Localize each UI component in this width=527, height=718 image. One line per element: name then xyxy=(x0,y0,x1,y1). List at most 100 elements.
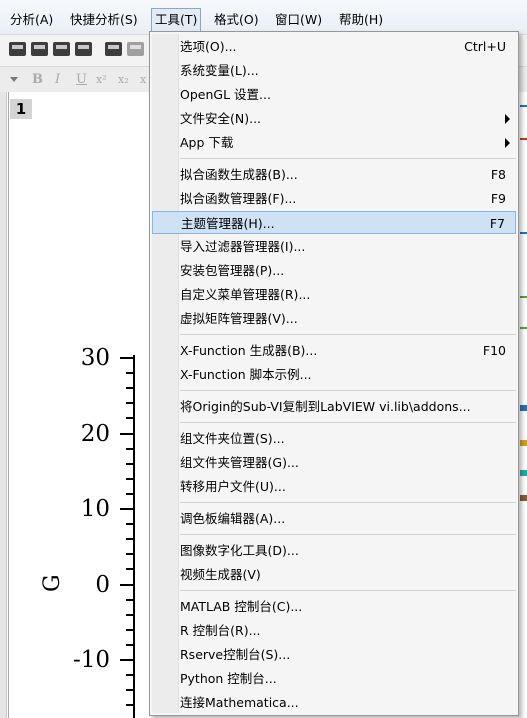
import-excel-icon[interactable] xyxy=(75,42,92,56)
menu-item-label: 自定义菜单管理器(R)... xyxy=(180,287,311,302)
menu-item-package-manager[interactable]: 安装包管理器(P)... xyxy=(152,259,516,282)
menu-item-r-console[interactable]: R 控制台(R)... xyxy=(152,619,516,642)
workspace-left-strip xyxy=(0,92,7,718)
menu-item-label: 选项(O)... xyxy=(180,39,237,54)
submenu-arrow-icon xyxy=(505,138,510,148)
menu-item-label: 文件安全(N)... xyxy=(180,111,262,126)
y-axis-minor-tick xyxy=(126,689,133,691)
y-axis-minor-tick xyxy=(126,614,133,616)
menu-item-shortcut: F7 xyxy=(489,216,505,231)
menu-item-opengl-settings[interactable]: OpenGL 设置... xyxy=(152,83,516,106)
menu-item-connect-mathematica[interactable]: 连接Mathematica... xyxy=(152,691,516,714)
menu-item-shortcut: Ctrl+U xyxy=(464,39,506,54)
underline-button[interactable]: U xyxy=(76,72,87,88)
bold-button[interactable]: B xyxy=(32,72,43,88)
menu-window[interactable]: 窗口(W) xyxy=(272,9,325,31)
y-axis-title[interactable]: G xyxy=(40,574,65,592)
menu-item-label: 组文件夹位置(S)... xyxy=(180,431,285,446)
y-axis-minor-tick xyxy=(126,448,133,450)
supersubscript-button[interactable]: x xyxy=(140,72,146,88)
tools-menu-dropdown: 选项(O)... Ctrl+U 系统变量(L)... OpenGL 设置... … xyxy=(149,31,519,716)
menu-item-xfunction-script-samples[interactable]: X-Function 脚本示例... xyxy=(152,363,516,386)
y-axis-major-tick xyxy=(120,584,133,586)
y-axis-major-tick xyxy=(120,433,133,435)
menu-item-fitting-function-organizer[interactable]: 拟合函数管理器(F)... F9 xyxy=(152,187,516,210)
menu-item-video-builder[interactable]: 视频生成器(V) xyxy=(152,563,516,586)
menu-analysis[interactable]: 分析(A) xyxy=(7,9,56,31)
menu-item-group-folder-manager[interactable]: 组文件夹管理器(G)... xyxy=(152,451,516,474)
layer-number-badge[interactable]: 1 xyxy=(10,99,32,119)
menu-item-copy-subvi-labview[interactable]: 将Origin的Sub-VI复制到LabVIEW vi.lib\addons..… xyxy=(152,395,516,418)
menu-separator xyxy=(180,334,516,335)
menu-item-palette-editor[interactable]: 调色板编辑器(A)... xyxy=(152,507,516,530)
menu-item-shortcut: F10 xyxy=(482,343,506,358)
menu-item-label: 安装包管理器(P)... xyxy=(180,263,285,278)
subscript-button[interactable]: x₂ xyxy=(118,72,129,88)
menu-item-system-variables[interactable]: 系统变量(L)... xyxy=(152,59,516,82)
plot-symbol-fragment xyxy=(520,470,527,476)
menu-item-theme-organizer[interactable]: 主题管理器(H)... F7 xyxy=(152,211,516,234)
menu-tools[interactable]: 工具(T) xyxy=(151,8,202,32)
menu-item-shortcut: F9 xyxy=(490,191,506,206)
y-axis-minor-tick xyxy=(126,493,133,495)
plot-symbol-fragment xyxy=(520,495,527,501)
menu-format[interactable]: 格式(O) xyxy=(211,9,262,31)
y-axis-minor-tick xyxy=(126,599,133,601)
y-axis-minor-tick xyxy=(126,538,133,540)
y-axis-major-tick xyxy=(120,357,133,359)
import-multiple-icon[interactable] xyxy=(31,42,48,56)
menu-bar: 分析(A) 快捷分析(S) 工具(T) 格式(O) 窗口(W) 帮助(H) xyxy=(0,0,527,34)
menu-item-custom-menu-organizer[interactable]: 自定义菜单管理器(R)... xyxy=(152,283,516,306)
y-tick-label: 0 xyxy=(95,572,110,598)
menu-item-rserve-console[interactable]: Rserve控制台(S)... xyxy=(152,643,516,666)
y-axis-major-tick xyxy=(120,659,133,661)
import-wizard-icon[interactable] xyxy=(53,42,70,56)
menu-item-label: 调色板编辑器(A)... xyxy=(180,511,286,526)
refresh-icon[interactable] xyxy=(127,42,144,56)
y-tick-label: -10 xyxy=(72,647,110,673)
y-axis-minor-tick xyxy=(126,402,133,404)
plot-line-fragment xyxy=(520,327,527,329)
y-axis-minor-tick xyxy=(126,568,133,570)
menu-item-label: Python 控制台... xyxy=(180,671,277,686)
menu-item-xfunction-builder[interactable]: X-Function 生成器(B)... F10 xyxy=(152,339,516,362)
menu-item-label: 虚拟矩阵管理器(V)... xyxy=(180,311,298,326)
y-axis-minor-tick xyxy=(126,704,133,706)
menu-separator xyxy=(180,390,516,391)
y-axis-minor-tick xyxy=(126,478,133,480)
menu-item-label: R 控制台(R)... xyxy=(180,623,261,638)
menu-item-file-security[interactable]: 文件安全(N)... xyxy=(152,107,516,130)
menu-item-matlab-console[interactable]: MATLAB 控制台(C)... xyxy=(152,595,516,618)
duplicate-icon[interactable] xyxy=(105,42,122,56)
menu-item-app-download[interactable]: App 下载 xyxy=(152,131,516,154)
font-dropdown-arrow-icon[interactable] xyxy=(10,77,18,82)
y-axis-minor-tick xyxy=(126,372,133,374)
menu-item-group-folder-location[interactable]: 组文件夹位置(S)... xyxy=(152,427,516,450)
menu-help[interactable]: 帮助(H) xyxy=(336,9,386,31)
menu-item-migrate-user-files[interactable]: 转移用户文件(U)... xyxy=(152,475,516,498)
y-axis-line[interactable] xyxy=(133,355,135,718)
menu-item-label: 连接Mathematica... xyxy=(180,695,299,710)
menu-item-fitting-function-builder[interactable]: 拟合函数生成器(B)... F8 xyxy=(152,163,516,186)
import-single-icon[interactable] xyxy=(9,42,26,56)
menu-item-image-digitizer[interactable]: 图像数字化工具(D)... xyxy=(152,539,516,562)
menu-separator xyxy=(180,158,516,159)
menu-quick-analysis[interactable]: 快捷分析(S) xyxy=(67,9,141,31)
superscript-button[interactable]: x² xyxy=(96,72,107,88)
menu-item-label: 拟合函数管理器(F)... xyxy=(180,191,297,206)
menu-item-python-console[interactable]: Python 控制台... xyxy=(152,667,516,690)
y-axis-minor-tick xyxy=(126,629,133,631)
menu-item-import-filter-manager[interactable]: 导入过滤器管理器(I)... xyxy=(152,235,516,258)
menu-item-label: 导入过滤器管理器(I)... xyxy=(180,239,306,254)
y-axis-minor-tick xyxy=(126,553,133,555)
menu-item-label: 主题管理器(H)... xyxy=(181,216,275,231)
menu-item-label: 组文件夹管理器(G)... xyxy=(180,455,299,470)
menu-item-label: 转移用户文件(U)... xyxy=(180,479,286,494)
menu-separator xyxy=(180,502,516,503)
menu-item-options[interactable]: 选项(O)... Ctrl+U xyxy=(152,35,516,58)
y-axis-minor-tick xyxy=(126,674,133,676)
menu-item-virtual-matrix-manager[interactable]: 虚拟矩阵管理器(V)... xyxy=(152,307,516,330)
menu-item-label: 图像数字化工具(D)... xyxy=(180,543,299,558)
italic-button[interactable]: I xyxy=(55,72,60,88)
y-tick-label: 30 xyxy=(80,345,110,371)
